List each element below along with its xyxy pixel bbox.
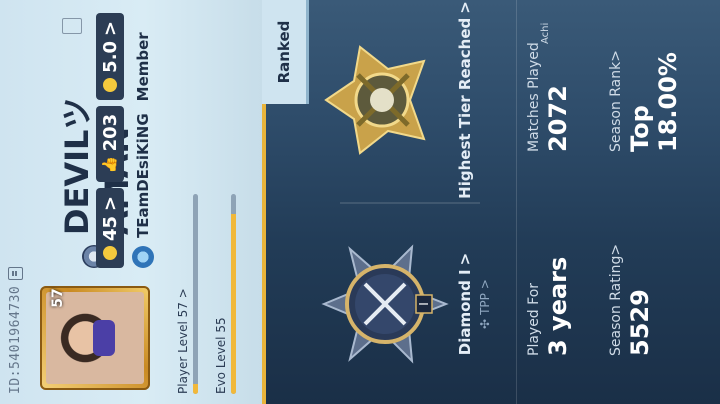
popularity-pill[interactable]: 45 >	[96, 187, 124, 268]
season-stats: Played For 3 years Matches Played 2072 S…	[520, 0, 720, 404]
season-rating-stat[interactable]: Season Rating> 5529	[608, 204, 654, 404]
player-level-arrow: >	[176, 288, 190, 299]
mode-name: TPP	[478, 293, 492, 315]
social-stats-row: 45 > 👍 203 5.0 >	[96, 12, 124, 268]
evo-level-bar	[231, 194, 236, 394]
current-tier-name: Diamond I	[456, 269, 474, 356]
clan-name: TEamDEsiKiNG	[134, 113, 152, 238]
highest-tier-panel[interactable]: Highest Tier Reached >	[306, 0, 516, 200]
diamond-tier-emblem: I	[321, 244, 449, 364]
highest-tier-emblem	[324, 45, 426, 155]
clan-row[interactable]: TEamDEsiKiNG Member	[132, 32, 154, 268]
edit-profile-icon[interactable]	[62, 18, 82, 34]
mode-icon: ✣	[478, 318, 492, 329]
season-rating-label: Season Rating>	[608, 243, 624, 356]
tier-divider	[340, 202, 480, 204]
achievements-label[interactable]: Achi	[540, 23, 551, 44]
player-id-row[interactable]: ID:5401964730	[8, 266, 23, 394]
avatar-level-badge: 57	[50, 288, 66, 308]
smile-icon	[103, 77, 117, 92]
rating-value: 5.0	[99, 40, 121, 73]
rating-arrow: >	[99, 20, 121, 36]
mode-arrow: >	[478, 279, 492, 290]
played-for-label: Played For	[526, 282, 542, 356]
likes-pill[interactable]: 👍 203	[96, 105, 124, 182]
thumbs-up-icon: 👍	[102, 156, 118, 174]
popularity-value: 45	[99, 215, 121, 241]
season-rank-stat[interactable]: Season Rank> Top 18.00%	[608, 0, 682, 200]
player-level[interactable]: Player Level 57 >	[176, 194, 198, 394]
player-level-label: Player Level 57	[176, 302, 190, 394]
highest-tier-label: Highest Tier Reached >	[456, 1, 474, 199]
current-tier-label: Diamond I >	[456, 253, 474, 355]
likes-value: 203	[99, 113, 121, 152]
player-id: ID:5401964730	[8, 285, 23, 394]
popularity-arrow: >	[99, 195, 121, 211]
popularity-icon	[103, 246, 117, 260]
played-for-value: 3 years	[544, 256, 572, 356]
profile-card: ID:5401964730 57 DEVILツAMAN 45 > 👍 203	[0, 0, 266, 404]
rating-pill[interactable]: 5.0 >	[96, 12, 124, 100]
player-profile-screen: ID:5401964730 57 DEVILツAMAN 45 > 👍 203	[0, 0, 720, 404]
clan-role: Member	[134, 32, 152, 102]
clan-icon	[132, 246, 154, 268]
current-tier-panel[interactable]: I Diamond I > ✣ TPP >	[306, 204, 516, 404]
mode-selector[interactable]: ✣ TPP >	[478, 279, 492, 329]
season-rating-value: 5529	[626, 289, 654, 356]
copy-id-icon[interactable]	[8, 266, 23, 280]
player-level-fill	[193, 384, 198, 394]
player-level-bar	[193, 194, 198, 394]
stats-divider	[516, 0, 517, 404]
season-rank-label: Season Rank>	[608, 50, 624, 152]
evo-level-fill	[231, 214, 236, 394]
tab-ranked[interactable]: Ranked	[262, 0, 309, 104]
season-rank-value: Top 18.00%	[626, 52, 682, 152]
evo-level[interactable]: Evo Level 55	[214, 194, 236, 394]
evo-level-label: Evo Level 55	[214, 317, 228, 394]
highest-tier-arrow: >	[456, 1, 474, 14]
highest-tier-text: Highest Tier Reached	[456, 17, 474, 199]
current-tier-arrow: >	[456, 252, 474, 266]
tier-numeral: I	[417, 302, 431, 306]
played-for-stat: Played For 3 years	[526, 204, 572, 404]
